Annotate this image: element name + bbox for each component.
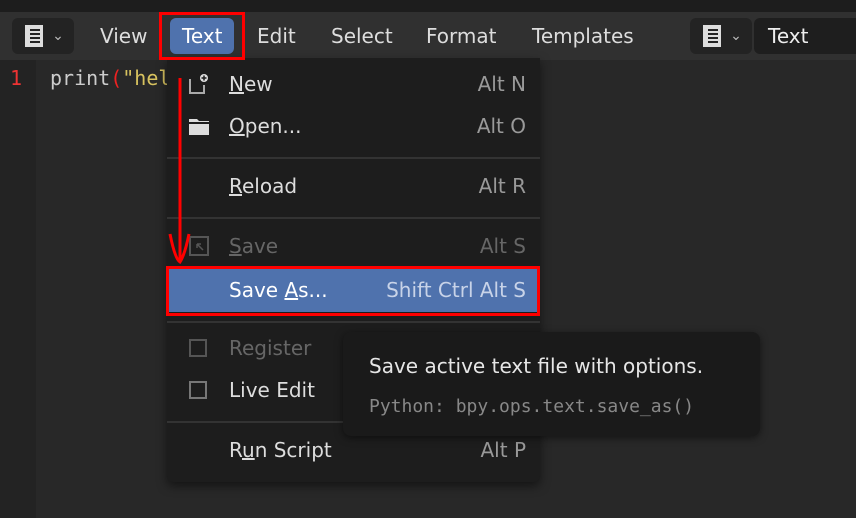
shortcut: Alt N — [477, 72, 526, 96]
separator — [167, 157, 540, 159]
chevron-down-icon: ⌄ — [730, 28, 742, 44]
text-name-field[interactable]: Text — [754, 18, 856, 54]
menu-select[interactable]: Select — [319, 18, 405, 54]
tooltip-python: Python: bpy.ops.text.save_as() — [369, 396, 695, 417]
checkbox[interactable] — [189, 381, 207, 399]
menu-item-save[interactable]: Save Alt S — [167, 225, 540, 267]
menu-item-new[interactable]: New Alt N — [167, 63, 540, 105]
menu-item-label: Save — [229, 234, 279, 258]
menu-format[interactable]: Format — [414, 18, 508, 54]
checkbox[interactable] — [189, 339, 207, 357]
shortcut: Alt R — [478, 174, 526, 198]
menu-item-reload[interactable]: Reload Alt R — [167, 165, 540, 207]
text-editor-icon — [703, 25, 722, 47]
shortcut: Alt O — [476, 114, 526, 138]
menu-item-open[interactable]: Open... Alt O — [167, 105, 540, 147]
tooltip-title: Save active text file with options. — [369, 354, 704, 378]
menu-item-label: Live Edit — [229, 378, 315, 402]
annotation-arrow-icon — [168, 78, 191, 265]
annotation-box-save-as — [166, 266, 540, 316]
menu-item-label: Reload — [229, 174, 298, 198]
menu-view[interactable]: View — [88, 18, 159, 54]
line-number-gutter — [0, 60, 36, 518]
text-editor-icon — [25, 25, 44, 47]
shortcut: Alt S — [479, 234, 526, 258]
text-datablock-button[interactable]: ⌄ — [690, 18, 752, 54]
annotation-box-text-menu — [159, 12, 245, 60]
menu-item-label: Run Script — [229, 438, 332, 462]
menu-item-label: Register — [229, 336, 312, 360]
editor-type-button[interactable]: ⌄ — [12, 18, 74, 54]
separator — [167, 321, 540, 323]
menu-item-label: New — [229, 72, 273, 96]
top-strip — [0, 0, 856, 12]
code-function: print — [50, 66, 111, 90]
chevron-down-icon: ⌄ — [52, 28, 64, 44]
line-number: 1 — [10, 66, 23, 90]
header-bar: ⌄ View Text Edit Select Format Templates… — [0, 12, 856, 60]
menu-edit[interactable]: Edit — [245, 18, 308, 54]
separator — [167, 217, 540, 219]
menu-templates[interactable]: Templates — [520, 18, 646, 54]
tooltip: Save active text file with options. Pyth… — [343, 332, 760, 436]
shortcut: Alt P — [480, 438, 527, 462]
menu-item-label: Open... — [229, 114, 302, 138]
code-paren: ( — [110, 66, 123, 90]
